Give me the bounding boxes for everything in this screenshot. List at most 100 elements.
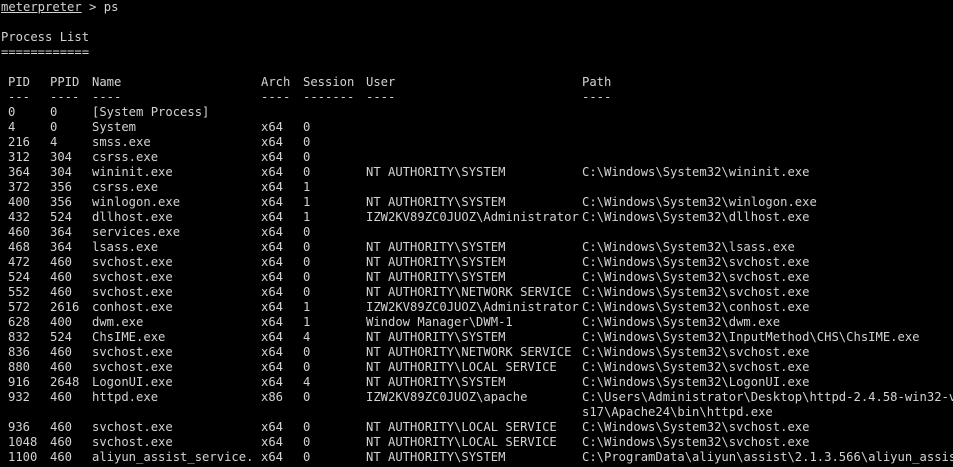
cell-name: lsass.exe	[92, 240, 159, 254]
cell-user: NT AUTHORITY\NETWORK SERVICE	[366, 345, 572, 359]
cell-session: 4	[303, 330, 311, 344]
cell-session: 0	[303, 450, 311, 464]
cell-session: 0	[303, 120, 311, 134]
cell-user: NT AUTHORITY\LOCAL SERVICE	[366, 435, 557, 449]
table-row: 932 460 httpd.exe x86 0 IZW2KV89ZC0JUOZ\apach…	[1, 390, 953, 405]
table-row: 0 0 [System Process]	[1, 105, 953, 120]
column-header-arch: Arch	[261, 75, 291, 89]
table-row: 460 364 services.exe x64 0	[1, 225, 953, 240]
cell-session: 0	[303, 165, 311, 179]
column-header-name: Name	[92, 75, 122, 89]
cell-session: 0	[303, 285, 311, 299]
table-row: 472 460 svchost.exe x64 0 NT AUTHORITY\SYSTEM…	[1, 255, 953, 270]
cell-ppid: 356	[50, 180, 73, 194]
divider-path: ----	[582, 90, 612, 104]
cell-name: wininit.exe	[92, 165, 173, 179]
cell-session: 0	[303, 345, 311, 359]
cell-user: IZW2KV89ZC0JUOZ\Administrator	[366, 300, 579, 314]
cell-session: 0	[303, 255, 311, 269]
cell-session: 0	[303, 225, 311, 239]
cell-ppid: 304	[50, 165, 73, 179]
cell-name: [System Process]	[92, 105, 210, 119]
cell-pid: 0	[8, 105, 16, 119]
table-row: 400 356 winlogon.exe x64 1 NT AUTHORITY\SYSTE…	[1, 195, 953, 210]
column-header-user: User	[366, 75, 396, 89]
cell-name: svchost.exe	[92, 255, 173, 269]
table-row: 312 304 csrss.exe x64 0	[1, 150, 953, 165]
divider-name: ----	[92, 90, 122, 104]
cell-pid: 932	[8, 390, 31, 404]
cell-path-continuation: s17\Apache24\bin\httpd.exe	[582, 405, 773, 419]
cell-session: 0	[303, 390, 311, 404]
cell-arch: x64	[261, 165, 284, 179]
cell-path: C:\Windows\System32\svchost.exe	[582, 255, 810, 269]
table-row: 372 356 csrss.exe x64 1	[1, 180, 953, 195]
cell-path: C:\Windows\System32\svchost.exe	[582, 360, 810, 374]
cell-session: 0	[303, 240, 311, 254]
cell-name: services.exe	[92, 225, 181, 239]
cell-user: IZW2KV89ZC0JUOZ\Administrator	[366, 210, 579, 224]
table-row: 916 2648 LogonUI.exe x64 4 NT AUTHORITY\SYSTE…	[1, 375, 953, 390]
cell-pid: 400	[8, 195, 31, 209]
cell-user: IZW2KV89ZC0JUOZ\apache	[366, 390, 528, 404]
cell-path: C:\Windows\System32\winlogon.exe	[582, 195, 817, 209]
cell-ppid: 460	[50, 450, 73, 464]
column-header-ppid: PPID	[50, 75, 80, 89]
table-row: 216 4 smss.exe x64 0	[1, 135, 953, 150]
cell-ppid: 524	[50, 210, 73, 224]
cell-path: C:\Windows\System32\InputMethod\CHS\ChsI…	[582, 330, 920, 344]
cell-path: C:\Windows\System32\svchost.exe	[582, 270, 810, 284]
cell-arch: x64	[261, 150, 284, 164]
cell-name: LogonUI.exe	[92, 375, 173, 389]
cell-session: 4	[303, 375, 311, 389]
cell-arch: x64	[261, 210, 284, 224]
table-row: 552 460 svchost.exe x64 0 NT AUTHORITY\NETWOR…	[1, 285, 953, 300]
prompt-label: meterpreter	[1, 0, 82, 14]
cell-pid: 432	[8, 210, 31, 224]
prompt-separator: >	[81, 0, 104, 14]
cell-name: aliyun_assist_service.	[92, 450, 254, 464]
cell-arch: x64	[261, 375, 284, 389]
cell-name: svchost.exe	[92, 435, 173, 449]
cell-session: 1	[303, 300, 311, 314]
column-header-session: Session	[303, 75, 355, 89]
cell-pid: 832	[8, 330, 31, 344]
cell-path: C:\Windows\System32\LogonUI.exe	[582, 375, 810, 389]
cell-name: csrss.exe	[92, 150, 159, 164]
cell-user: NT AUTHORITY\SYSTEM	[366, 255, 506, 269]
cell-user: NT AUTHORITY\SYSTEM	[366, 330, 506, 344]
cell-arch: x64	[261, 450, 284, 464]
cell-pid: 472	[8, 255, 31, 269]
cell-path: C:\Windows\System32\svchost.exe	[582, 345, 810, 359]
cell-session: 1	[303, 210, 311, 224]
cell-arch: x64	[261, 285, 284, 299]
cell-arch: x64	[261, 300, 284, 314]
cell-pid: 552	[8, 285, 31, 299]
cell-path: C:\Windows\System32\dllhost.exe	[582, 210, 810, 224]
cell-ppid: 2648	[50, 375, 80, 389]
table-row: 572 2616 conhost.exe x64 1 IZW2KV89ZC0JUOZ\Ad…	[1, 300, 953, 315]
cell-ppid: 4	[50, 135, 58, 149]
cell-user: NT AUTHORITY\SYSTEM	[366, 195, 506, 209]
divider-ppid: ----	[50, 90, 80, 104]
command-text: ps	[103, 0, 119, 14]
terminal-window[interactable]: meterpreter > ps Process List ==========…	[1, 0, 953, 467]
cell-path: C:\Windows\System32\lsass.exe	[582, 240, 795, 254]
cell-ppid: 356	[50, 195, 73, 209]
cell-pid: 628	[8, 315, 31, 329]
divider-session: -------	[303, 90, 355, 104]
cell-name: System	[92, 120, 137, 134]
cell-user: NT AUTHORITY\SYSTEM	[366, 240, 506, 254]
column-header-pid: PID	[8, 75, 31, 89]
divider-user: ----	[366, 90, 396, 104]
cell-arch: x64	[261, 270, 284, 284]
cell-session: 0	[303, 270, 311, 284]
cell-session: 1	[303, 195, 311, 209]
cell-pid: 936	[8, 420, 31, 434]
cell-name: winlogon.exe	[92, 195, 181, 209]
cell-name: smss.exe	[92, 135, 151, 149]
cell-ppid: 460	[50, 285, 73, 299]
cell-name: svchost.exe	[92, 345, 173, 359]
cell-arch: x64	[261, 240, 284, 254]
cell-pid: 460	[8, 225, 31, 239]
